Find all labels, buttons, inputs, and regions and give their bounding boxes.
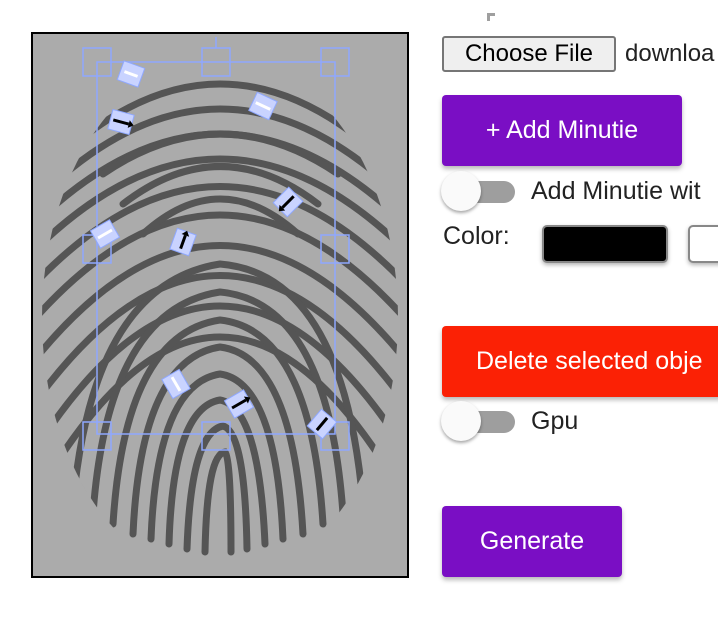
file-name-label: downloa bbox=[625, 40, 715, 67]
add-minutie-toggle-row: Add Minutie wit bbox=[441, 171, 701, 211]
color-swatch-white[interactable] bbox=[688, 225, 718, 263]
fingerprint-image bbox=[42, 37, 398, 576]
toggle-thumb bbox=[441, 171, 481, 211]
gpu-toggle-label: Gpu bbox=[531, 406, 579, 435]
page: Choose File downloa + Add Minutie Add Mi… bbox=[0, 0, 718, 641]
minutia-marker[interactable] bbox=[116, 60, 146, 88]
toggle-thumb bbox=[441, 401, 481, 441]
generate-button[interactable]: Generate bbox=[442, 506, 622, 577]
gpu-toggle[interactable] bbox=[441, 401, 515, 441]
add-minutie-toggle[interactable] bbox=[441, 171, 515, 211]
delete-selected-button[interactable]: Delete selected obje bbox=[442, 326, 718, 397]
add-minutie-button[interactable]: + Add Minutie bbox=[442, 95, 682, 166]
color-label: Color: bbox=[443, 222, 510, 250]
color-swatch-black[interactable] bbox=[542, 225, 668, 263]
minutiae-markers[interactable] bbox=[89, 60, 338, 440]
resize-corner-icon bbox=[487, 13, 495, 21]
fingerprint-canvas[interactable] bbox=[31, 32, 409, 578]
fingerprint-ridges bbox=[42, 80, 398, 576]
gpu-toggle-row: Gpu bbox=[441, 401, 578, 441]
add-minutie-toggle-label: Add Minutie wit bbox=[531, 176, 701, 205]
file-input-row: Choose File downloa bbox=[442, 36, 714, 72]
choose-file-button[interactable]: Choose File bbox=[442, 36, 616, 72]
minutia-marker[interactable] bbox=[89, 219, 121, 249]
